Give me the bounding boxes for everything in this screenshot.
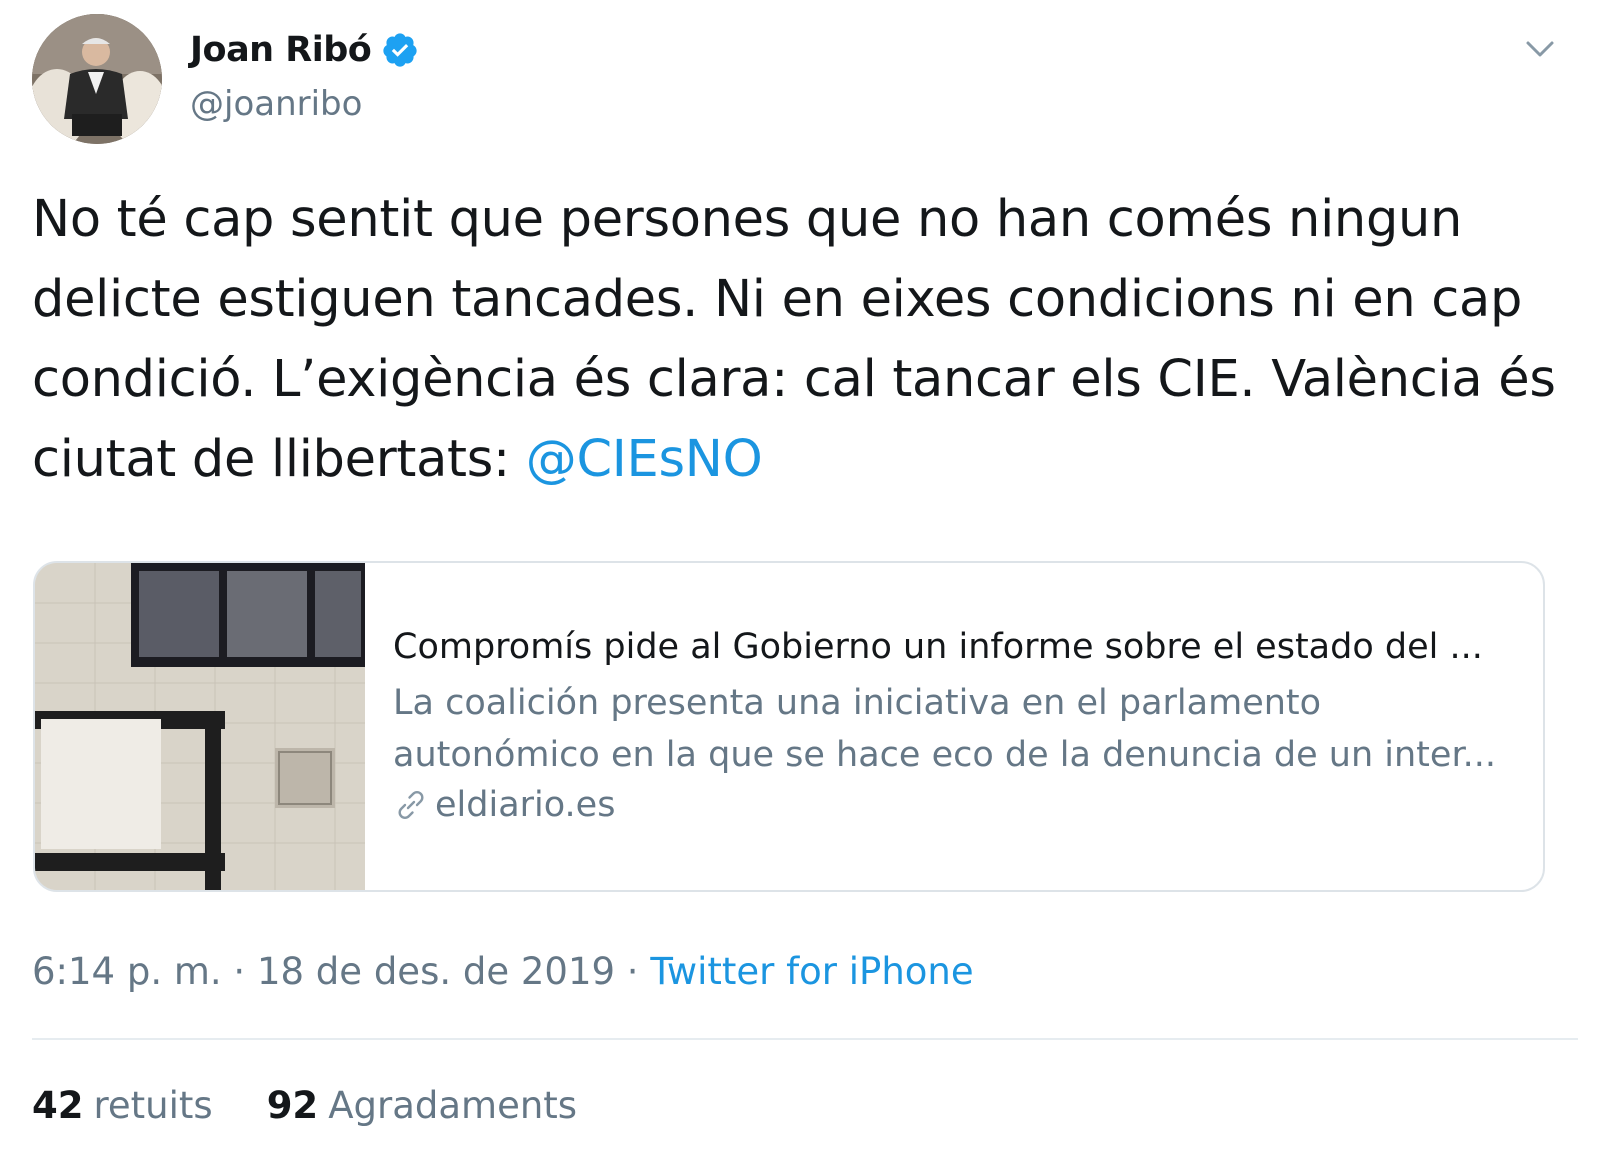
- mention-link[interactable]: @CIEsNO: [526, 430, 763, 489]
- likes-stat[interactable]: 92 Agradaments: [267, 1084, 577, 1127]
- tweet-text-body: No té cap sentit que persones que no han…: [32, 190, 1556, 489]
- chevron-down-icon[interactable]: [1522, 34, 1558, 64]
- tweet-text: No té cap sentit que persones que no han…: [32, 180, 1562, 500]
- tweet-meta: 6:14 p. m. · 18 de des. de 2019 · Twitte…: [32, 950, 974, 993]
- link-preview-card[interactable]: Compromís pide al Gobierno un informe so…: [33, 561, 1545, 892]
- card-title: Compromís pide al Gobierno un informe so…: [393, 627, 1483, 667]
- card-thumbnail: [35, 563, 365, 890]
- retweets-count: 42: [32, 1084, 84, 1127]
- divider: [32, 1038, 1578, 1040]
- link-icon: [398, 791, 424, 819]
- likes-label: Agradaments: [328, 1084, 578, 1127]
- meta-separator: ·: [221, 950, 257, 993]
- verified-badge-icon: [383, 33, 417, 67]
- card-domain: eldiario.es: [393, 785, 1515, 825]
- tweet-time[interactable]: 6:14 p. m.: [32, 950, 222, 993]
- display-name[interactable]: Joan Ribó: [190, 30, 372, 70]
- tweet-date[interactable]: 18 de des. de 2019: [257, 950, 615, 993]
- card-body: Compromís pide al Gobierno un informe so…: [365, 563, 1543, 890]
- card-domain-text: eldiario.es: [435, 785, 616, 825]
- card-description: La coalición presenta una iniciativa en …: [393, 683, 1496, 775]
- avatar-photo: [32, 14, 162, 144]
- retweets-label: retuits: [93, 1084, 213, 1127]
- tweet-stats: 42 retuits 92 Agradaments: [32, 1084, 577, 1127]
- likes-count: 92: [266, 1084, 319, 1127]
- retweets-stat[interactable]: 42 retuits: [32, 1084, 213, 1127]
- avatar[interactable]: [32, 14, 162, 144]
- tweet-source[interactable]: Twitter for iPhone: [650, 950, 973, 993]
- user-handle[interactable]: @joanribo: [190, 84, 362, 124]
- meta-separator: ·: [615, 950, 651, 993]
